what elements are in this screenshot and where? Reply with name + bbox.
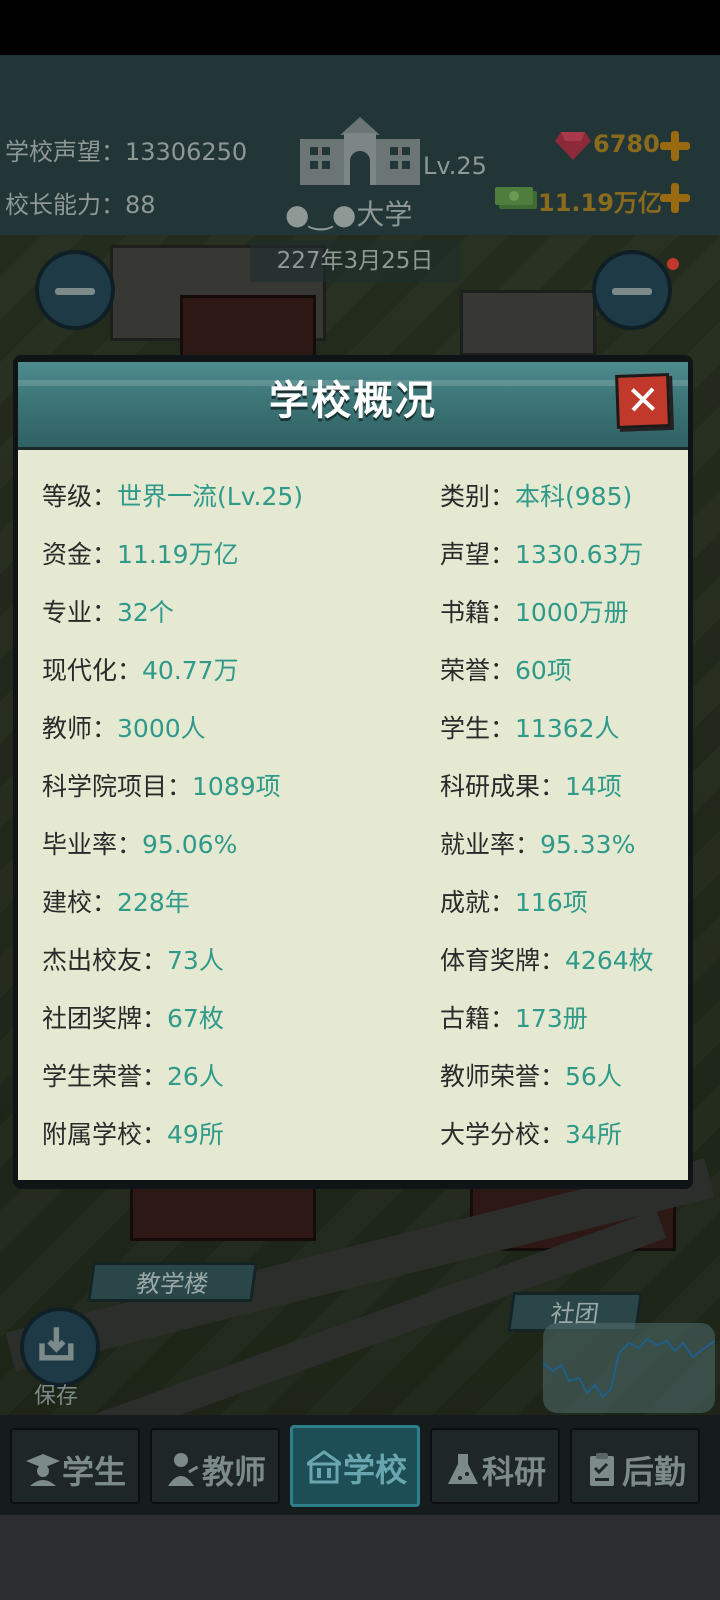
money-icon xyxy=(495,187,537,209)
stat-graduation-rate: 毕业率：95.06% xyxy=(42,830,238,859)
stat-students: 学生：11362人 xyxy=(440,714,620,743)
teacher-icon xyxy=(168,1453,199,1486)
stat-student-honors: 学生荣誉：26人 xyxy=(42,1062,224,1091)
gem-count: 6780 xyxy=(593,130,660,158)
school-name: ●‿●大学 xyxy=(285,193,412,233)
stat-club-medals: 社团奖牌：67枚 xyxy=(42,1004,224,1033)
school-level: Lv.25 xyxy=(423,152,487,180)
nav-school[interactable]: 学校 xyxy=(290,1425,420,1507)
stat-reputation: 声望：1330.63万 xyxy=(440,540,644,569)
ability-stat: 校长能力：88 xyxy=(5,185,156,220)
close-icon: ✕ xyxy=(625,377,661,425)
clipboard-icon xyxy=(590,1453,614,1486)
dialog-title: 学校概况 xyxy=(269,378,437,424)
stat-sports-medals: 体育奖牌：4264枚 xyxy=(440,946,654,975)
zoom-out-left-button[interactable] xyxy=(35,250,115,330)
nav-research-label: 科研 xyxy=(482,1453,547,1491)
add-gems-button[interactable] xyxy=(660,131,690,161)
flask-icon xyxy=(448,1454,478,1484)
stat-modernization: 现代化：40.77万 xyxy=(42,656,239,685)
school-icon xyxy=(307,1450,341,1484)
school-name-text: 大学 xyxy=(356,198,413,231)
stat-category: 类别：本科(985) xyxy=(440,482,633,511)
stat-honors: 荣誉：60项 xyxy=(440,656,572,685)
notification-dot xyxy=(667,258,679,270)
building-emblem-icon[interactable] xyxy=(300,115,420,185)
trend-line xyxy=(542,1337,716,1399)
stat-teachers: 教师：3000人 xyxy=(42,714,206,743)
system-nav-area xyxy=(0,1515,720,1600)
game-date: 227年3月25日 xyxy=(250,240,460,282)
stat-alumni: 杰出校友：73人 xyxy=(42,946,224,975)
stat-branch-campuses: 大学分校：34所 xyxy=(440,1120,622,1149)
nav-students-label: 学生 xyxy=(62,1453,127,1491)
reputation-value: 13306250 xyxy=(125,138,248,166)
nav-teachers[interactable]: 教师 xyxy=(150,1428,280,1504)
nav-research[interactable]: 科研 xyxy=(430,1428,560,1504)
nav-logistics[interactable]: 后勤 xyxy=(570,1428,700,1504)
graduate-icon xyxy=(26,1454,60,1486)
nav-teachers-label: 教师 xyxy=(202,1453,267,1491)
save-icon xyxy=(39,1327,74,1361)
close-button[interactable]: ✕ xyxy=(615,373,671,429)
stat-majors: 专业：32个 xyxy=(42,598,174,627)
ability-label: 校长能力： xyxy=(5,191,125,219)
stat-employment-rate: 就业率：95.33% xyxy=(440,830,636,859)
status-bar xyxy=(0,0,720,55)
money-count: 11.19万亿 xyxy=(538,189,662,217)
save-label: 保存 xyxy=(34,1384,79,1409)
teaching-building-label[interactable]: 教学楼 xyxy=(87,1262,258,1302)
stat-ancient-books: 古籍：173册 xyxy=(440,1004,588,1033)
stat-level: 等级：世界一流(Lv.25) xyxy=(42,482,304,511)
add-money-button[interactable] xyxy=(660,183,690,213)
nav-school-label: 学校 xyxy=(343,1451,408,1489)
stat-teacher-honors: 教师荣誉：56人 xyxy=(440,1062,622,1091)
trend-graph[interactable] xyxy=(542,1323,716,1413)
stat-achievements: 成就：116项 xyxy=(440,888,588,917)
stat-academy-projects: 科学院项目：1089项 xyxy=(42,772,281,801)
ability-value: 88 xyxy=(125,191,156,219)
school-logo-icon: ●‿● xyxy=(285,198,357,231)
stat-founded: 建校：228年 xyxy=(42,888,190,917)
stat-funds: 资金：11.19万亿 xyxy=(42,540,239,569)
stat-affiliated-schools: 附属学校：49所 xyxy=(42,1120,224,1149)
nav-students[interactable]: 学生 xyxy=(10,1428,140,1504)
reputation-stat: 学校声望：13306250 xyxy=(5,132,247,167)
stat-books: 书籍：1000万册 xyxy=(440,598,629,627)
reputation-label: 学校声望： xyxy=(5,138,125,166)
stat-research-results: 科研成果：14项 xyxy=(440,772,622,801)
zoom-out-right-button[interactable] xyxy=(592,250,672,330)
nav-logistics-label: 后勤 xyxy=(622,1453,687,1491)
gem-icon xyxy=(555,132,591,160)
save-button[interactable] xyxy=(20,1307,100,1387)
